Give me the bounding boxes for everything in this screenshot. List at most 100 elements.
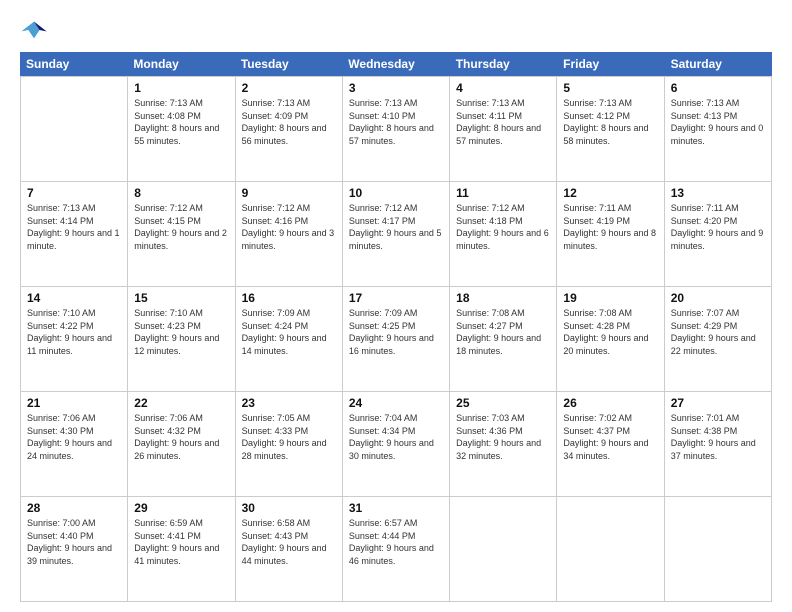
- calendar-row-4: 21 Sunrise: 7:06 AM Sunset: 4:30 PM Dayli…: [21, 391, 772, 496]
- page: SundayMondayTuesdayWednesdayThursdayFrid…: [0, 0, 792, 612]
- day-of-week-friday: Friday: [557, 52, 664, 76]
- day-info: Sunrise: 7:01 AM Sunset: 4:38 PM Dayligh…: [671, 412, 765, 462]
- day-number: 1: [134, 81, 228, 95]
- day-number: 14: [27, 291, 121, 305]
- day-of-week-sunday: Sunday: [20, 52, 127, 76]
- calendar-cell: 23 Sunrise: 7:05 AM Sunset: 4:33 PM Dayli…: [236, 392, 343, 496]
- calendar-cell: 4Sunrise: 7:13 AM Sunset: 4:11 PM Daylig…: [450, 77, 557, 181]
- calendar-cell: 21 Sunrise: 7:06 AM Sunset: 4:30 PM Dayli…: [21, 392, 128, 496]
- day-info: Sunrise: 7:11 AM Sunset: 4:19 PM Dayligh…: [563, 202, 657, 252]
- day-info: Sunrise: 7:00 AM Sunset: 4:40 PM Dayligh…: [27, 517, 121, 567]
- day-info: Sunrise: 7:13 AM Sunset: 4:08 PM Dayligh…: [134, 97, 228, 147]
- calendar-cell: 14 Sunrise: 7:10 AM Sunset: 4:22 PM Dayli…: [21, 287, 128, 391]
- day-number: 6: [671, 81, 765, 95]
- calendar-cell: 20 Sunrise: 7:07 AM Sunset: 4:29 PM Dayli…: [665, 287, 772, 391]
- calendar-cell: 9 Sunrise: 7:12 AM Sunset: 4:16 PM Daylig…: [236, 182, 343, 286]
- day-number: 19: [563, 291, 657, 305]
- calendar-cell: 8 Sunrise: 7:12 AM Sunset: 4:15 PM Daylig…: [128, 182, 235, 286]
- calendar-body: 1 Sunrise: 7:13 AM Sunset: 4:08 PM Daylig…: [20, 76, 772, 602]
- day-info: Sunrise: 7:05 AM Sunset: 4:33 PM Dayligh…: [242, 412, 336, 462]
- day-number: 28: [27, 501, 121, 515]
- day-of-week-monday: Monday: [127, 52, 234, 76]
- day-number: 11: [456, 186, 550, 200]
- day-info: Sunrise: 7:12 AM Sunset: 4:17 PM Dayligh…: [349, 202, 443, 252]
- calendar-row-1: 1 Sunrise: 7:13 AM Sunset: 4:08 PM Daylig…: [21, 76, 772, 181]
- day-info: Sunrise: 7:04 AM Sunset: 4:34 PM Dayligh…: [349, 412, 443, 462]
- day-number: 24: [349, 396, 443, 410]
- day-info: Sunrise: 7:13 AM Sunset: 4:14 PM Dayligh…: [27, 202, 121, 252]
- day-number: 18: [456, 291, 550, 305]
- calendar-row-2: 7 Sunrise: 7:13 AM Sunset: 4:14 PM Daylig…: [21, 181, 772, 286]
- logo-icon: [20, 16, 48, 44]
- day-info: Sunrise: 7:08 AM Sunset: 4:28 PM Dayligh…: [563, 307, 657, 357]
- calendar-cell: 30 Sunrise: 6:58 AM Sunset: 4:43 PM Dayli…: [236, 497, 343, 601]
- day-info: Sunrise: 7:10 AM Sunset: 4:23 PM Dayligh…: [134, 307, 228, 357]
- calendar-cell: [21, 77, 128, 181]
- day-info: Sunrise: 7:13 AM Sunset: 4:13 PM Dayligh…: [671, 97, 765, 147]
- calendar-cell: [665, 497, 772, 601]
- day-info: Sunrise: 7:13 AM Sunset: 4:11 PM Dayligh…: [456, 97, 550, 147]
- day-info: Sunrise: 7:02 AM Sunset: 4:37 PM Dayligh…: [563, 412, 657, 462]
- calendar-cell: 26Sunrise: 7:02 AM Sunset: 4:37 PM Dayli…: [557, 392, 664, 496]
- day-info: Sunrise: 7:12 AM Sunset: 4:16 PM Dayligh…: [242, 202, 336, 252]
- day-number: 27: [671, 396, 765, 410]
- day-of-week-wednesday: Wednesday: [342, 52, 449, 76]
- day-of-week-thursday: Thursday: [450, 52, 557, 76]
- calendar-cell: 25 Sunrise: 7:03 AM Sunset: 4:36 PM Dayli…: [450, 392, 557, 496]
- calendar-cell: 31Sunrise: 6:57 AM Sunset: 4:44 PM Dayli…: [343, 497, 450, 601]
- day-info: Sunrise: 7:06 AM Sunset: 4:32 PM Dayligh…: [134, 412, 228, 462]
- calendar-cell: 12Sunrise: 7:11 AM Sunset: 4:19 PM Dayli…: [557, 182, 664, 286]
- day-number: 16: [242, 291, 336, 305]
- calendar-cell: 1 Sunrise: 7:13 AM Sunset: 4:08 PM Daylig…: [128, 77, 235, 181]
- calendar-cell: 11 Sunrise: 7:12 AM Sunset: 4:18 PM Dayli…: [450, 182, 557, 286]
- calendar-cell: [450, 497, 557, 601]
- day-number: 20: [671, 291, 765, 305]
- calendar-cell: 16 Sunrise: 7:09 AM Sunset: 4:24 PM Dayli…: [236, 287, 343, 391]
- calendar-cell: 6 Sunrise: 7:13 AM Sunset: 4:13 PM Daylig…: [665, 77, 772, 181]
- calendar-cell: 22Sunrise: 7:06 AM Sunset: 4:32 PM Dayli…: [128, 392, 235, 496]
- logo: [20, 16, 50, 44]
- day-info: Sunrise: 7:08 AM Sunset: 4:27 PM Dayligh…: [456, 307, 550, 357]
- day-number: 30: [242, 501, 336, 515]
- calendar-row-5: 28 Sunrise: 7:00 AM Sunset: 4:40 PM Dayli…: [21, 496, 772, 601]
- day-info: Sunrise: 7:03 AM Sunset: 4:36 PM Dayligh…: [456, 412, 550, 462]
- day-number: 15: [134, 291, 228, 305]
- day-info: Sunrise: 7:09 AM Sunset: 4:25 PM Dayligh…: [349, 307, 443, 357]
- day-number: 7: [27, 186, 121, 200]
- day-number: 21: [27, 396, 121, 410]
- calendar-row-3: 14 Sunrise: 7:10 AM Sunset: 4:22 PM Dayli…: [21, 286, 772, 391]
- day-number: 25: [456, 396, 550, 410]
- calendar-cell: 27 Sunrise: 7:01 AM Sunset: 4:38 PM Dayli…: [665, 392, 772, 496]
- day-of-week-tuesday: Tuesday: [235, 52, 342, 76]
- day-info: Sunrise: 7:06 AM Sunset: 4:30 PM Dayligh…: [27, 412, 121, 462]
- day-number: 10: [349, 186, 443, 200]
- calendar-cell: 28 Sunrise: 7:00 AM Sunset: 4:40 PM Dayli…: [21, 497, 128, 601]
- day-info: Sunrise: 6:59 AM Sunset: 4:41 PM Dayligh…: [134, 517, 228, 567]
- calendar-cell: 10 Sunrise: 7:12 AM Sunset: 4:17 PM Dayli…: [343, 182, 450, 286]
- day-number: 8: [134, 186, 228, 200]
- calendar: SundayMondayTuesdayWednesdayThursdayFrid…: [20, 52, 772, 602]
- day-info: Sunrise: 6:58 AM Sunset: 4:43 PM Dayligh…: [242, 517, 336, 567]
- day-info: Sunrise: 7:10 AM Sunset: 4:22 PM Dayligh…: [27, 307, 121, 357]
- calendar-cell: 13Sunrise: 7:11 AM Sunset: 4:20 PM Dayli…: [665, 182, 772, 286]
- calendar-cell: 5 Sunrise: 7:13 AM Sunset: 4:12 PM Daylig…: [557, 77, 664, 181]
- day-info: Sunrise: 7:07 AM Sunset: 4:29 PM Dayligh…: [671, 307, 765, 357]
- day-number: 29: [134, 501, 228, 515]
- day-number: 31: [349, 501, 443, 515]
- day-info: Sunrise: 7:12 AM Sunset: 4:18 PM Dayligh…: [456, 202, 550, 252]
- day-number: 23: [242, 396, 336, 410]
- calendar-cell: 3Sunrise: 7:13 AM Sunset: 4:10 PM Daylig…: [343, 77, 450, 181]
- header: [20, 16, 772, 44]
- day-info: Sunrise: 7:13 AM Sunset: 4:09 PM Dayligh…: [242, 97, 336, 147]
- day-number: 3: [349, 81, 443, 95]
- day-of-week-saturday: Saturday: [665, 52, 772, 76]
- day-info: Sunrise: 7:09 AM Sunset: 4:24 PM Dayligh…: [242, 307, 336, 357]
- day-number: 5: [563, 81, 657, 95]
- day-info: Sunrise: 7:13 AM Sunset: 4:12 PM Dayligh…: [563, 97, 657, 147]
- calendar-header: SundayMondayTuesdayWednesdayThursdayFrid…: [20, 52, 772, 76]
- day-info: Sunrise: 7:12 AM Sunset: 4:15 PM Dayligh…: [134, 202, 228, 252]
- calendar-cell: 15 Sunrise: 7:10 AM Sunset: 4:23 PM Dayli…: [128, 287, 235, 391]
- day-number: 9: [242, 186, 336, 200]
- calendar-cell: 29 Sunrise: 6:59 AM Sunset: 4:41 PM Dayli…: [128, 497, 235, 601]
- day-number: 17: [349, 291, 443, 305]
